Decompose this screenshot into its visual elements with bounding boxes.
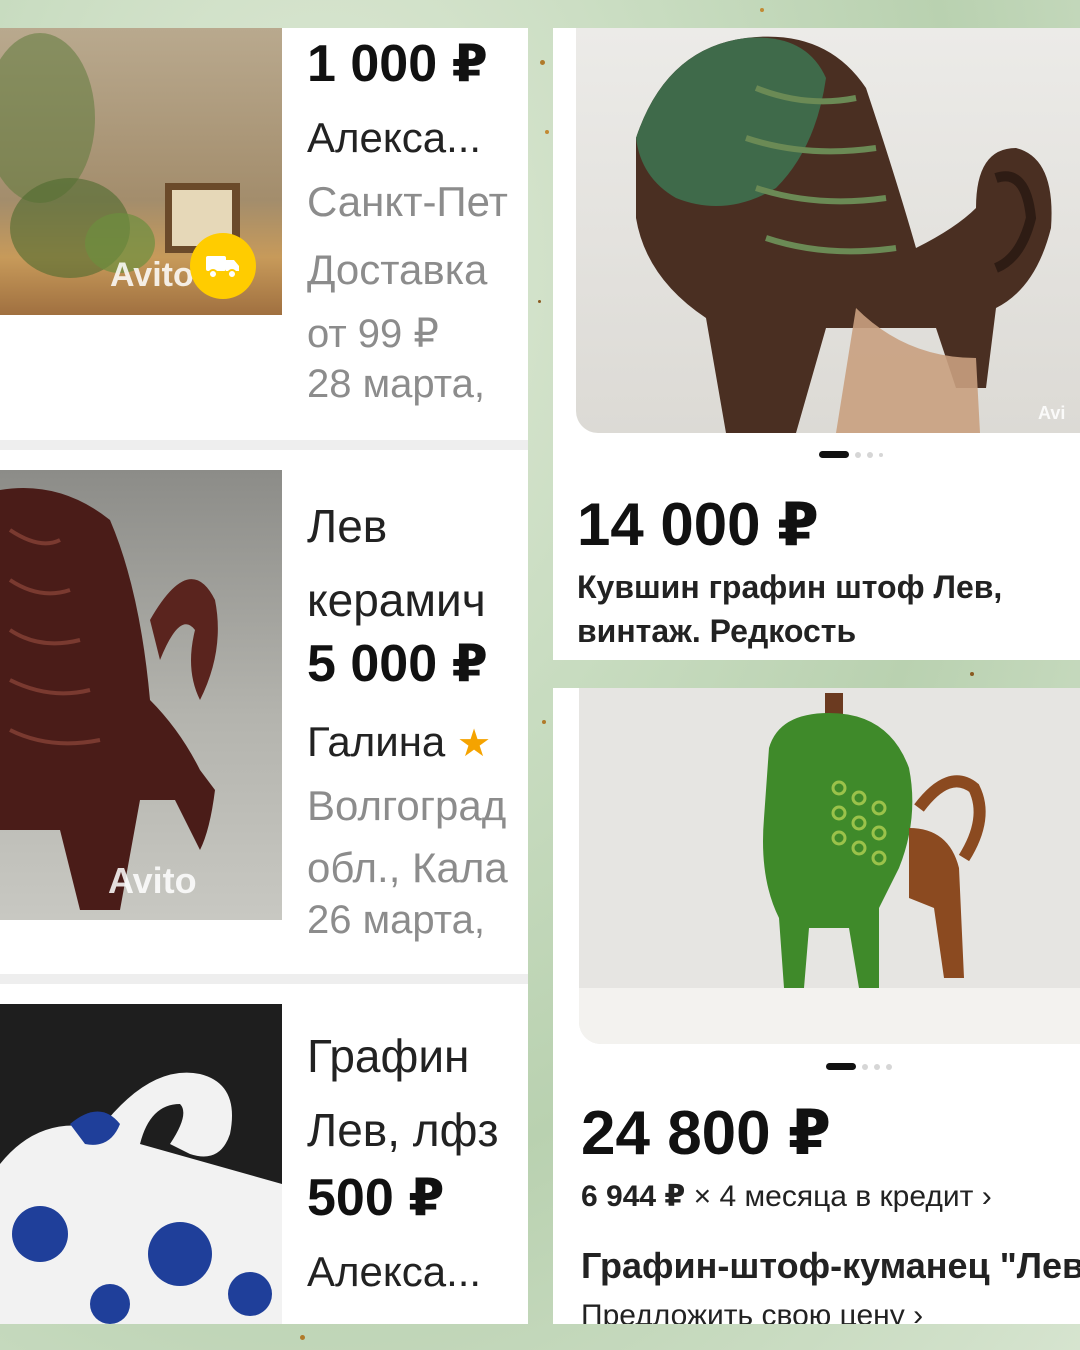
listing-title: Графин-штоф-куманец "Лев" [581, 1245, 1080, 1286]
list-divider [0, 440, 528, 450]
listing-card-right-top: Avi 14 000 ₽ Кувшин графин штоф Лев, вин… [553, 28, 1080, 660]
listing-title-line-1: Кувшин графин штоф Лев, [577, 569, 1003, 605]
listing-photo-2[interactable]: Avito [0, 470, 282, 920]
carousel-dot[interactable] [867, 451, 873, 458]
delivery-label: Доставка [307, 246, 488, 293]
list-divider [0, 974, 528, 984]
delivery-price: от 99 ₽ [307, 312, 439, 356]
seller-name[interactable]: Алекса... [307, 1246, 528, 1298]
carousel-dot[interactable] [855, 451, 861, 458]
seller-row[interactable]: Галина ★ [307, 716, 528, 770]
photo-carousel-dots[interactable] [819, 451, 883, 458]
make-offer-link[interactable]: Предложить свою цену › [581, 1296, 1078, 1324]
background-speck [545, 130, 549, 134]
avito-watermark: Avi [1038, 403, 1066, 423]
listing-price: 24 800 ₽ [581, 1099, 831, 1168]
listing-price: 500 ₽ [307, 1169, 445, 1227]
listing-title-line-2[interactable]: керамич [307, 572, 528, 628]
chevron-right-icon: › [981, 1180, 992, 1213]
listing-price: 5 000 ₽ [307, 635, 488, 693]
listing-photo-main[interactable]: Avi [576, 28, 1080, 433]
credit-text: × 4 месяца в кредит [693, 1180, 974, 1213]
truck-icon [206, 256, 239, 279]
delivery-badge [190, 233, 256, 299]
carousel-dot-active[interactable] [826, 1063, 856, 1070]
credit-offer[interactable]: 6 944 ₽ × 4 месяца в кредит › [581, 1178, 1078, 1216]
star-icon: ★ [456, 723, 492, 765]
carousel-dot[interactable] [879, 452, 883, 457]
credit-amount: 6 944 ₽ [581, 1180, 686, 1213]
carousel-dot[interactable] [862, 1063, 868, 1070]
listing-date: 28 марта, [307, 362, 485, 406]
listing-date: 26 марта, [307, 898, 485, 942]
background-speck [970, 672, 974, 676]
make-offer-label[interactable]: Предложить свою цену [581, 1299, 905, 1324]
chevron-right-icon: › [913, 1299, 924, 1324]
listing-title-line-2[interactable]: Лев, лфз [307, 1102, 528, 1158]
listing-price: 1 000 ₽ [307, 35, 488, 93]
listing-title-line-2: винтаж. Редкость [577, 613, 857, 649]
photo-carousel-dots[interactable] [826, 1063, 892, 1070]
listing-photo-main[interactable] [579, 688, 1080, 1044]
listing-location-line-2: обл., Кала [307, 844, 508, 891]
background-speck [760, 8, 764, 12]
carousel-dot[interactable] [874, 1063, 880, 1070]
listing-location: Санкт-Пет [307, 178, 508, 225]
avito-watermark: Avito [108, 860, 197, 901]
carousel-dot-active[interactable] [819, 451, 849, 458]
background-speck [540, 60, 545, 65]
seller-name[interactable]: Алекса... [307, 112, 528, 164]
carousel-dot[interactable] [886, 1063, 892, 1070]
listing-title-line-1[interactable]: Лев [307, 498, 528, 554]
background-speck [538, 300, 541, 303]
listing-photo-3[interactable] [0, 1004, 282, 1324]
listing-column-left: Avito 1 000 ₽ Алекса... Санкт-Пет Достав… [0, 28, 528, 1324]
listing-price: 14 000 ₽ [577, 491, 819, 558]
listing-card-right-bottom: 24 800 ₽ 6 944 ₽ × 4 месяца в кредит › Г… [553, 688, 1080, 1324]
listing-location-line-1: Волгоград [307, 782, 507, 829]
seller-name[interactable]: Галина [307, 718, 445, 765]
background-speck [542, 720, 546, 724]
avito-watermark: Avito [110, 256, 194, 294]
listing-photo-1[interactable]: Avito [0, 28, 282, 315]
background-speck [300, 1335, 305, 1340]
listing-title-line-1[interactable]: Графин [307, 1028, 528, 1084]
